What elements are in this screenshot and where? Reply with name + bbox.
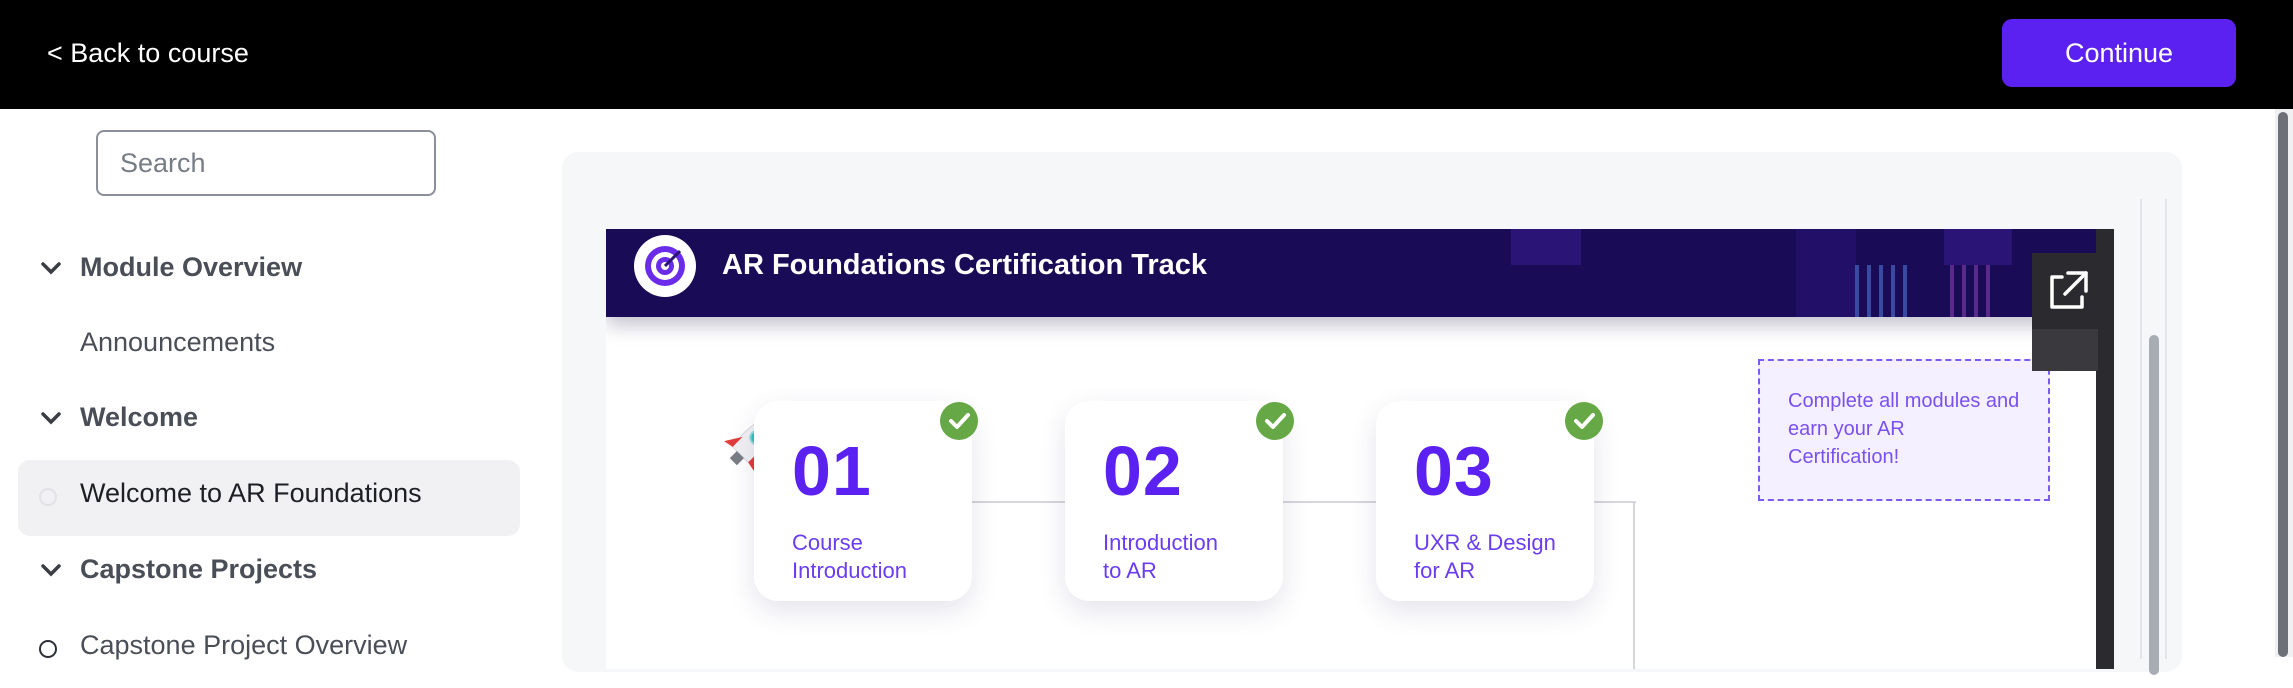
continue-button[interactable]: Continue	[2002, 19, 2236, 87]
circle-icon	[39, 488, 57, 506]
sidebar-item-capstone-project-overview[interactable]: Capstone Project Overview	[18, 612, 520, 688]
search-input[interactable]	[96, 130, 436, 196]
embed-divider	[2140, 199, 2142, 659]
main-content: AR Foundations Certification Track 01 Co…	[532, 109, 2293, 675]
banner-stripes-decoration	[1855, 265, 1907, 317]
banner-decoration	[1944, 229, 2012, 265]
course-sidebar: Module Overview Announcements Welcome We…	[0, 109, 532, 660]
slide-title: AR Foundations Certification Track	[722, 249, 1207, 281]
target-logo-icon	[634, 235, 696, 297]
slide-banner: AR Foundations Certification Track	[606, 229, 2114, 317]
sidebar-section-label: Welcome	[80, 402, 199, 432]
top-bar: < Back to course Continue	[0, 0, 2293, 109]
sidebar-section-welcome[interactable]: Welcome	[18, 384, 520, 460]
check-icon	[940, 402, 978, 440]
sidebar-section-capstone-projects[interactable]: Capstone Projects	[18, 536, 520, 612]
check-icon	[1256, 402, 1294, 440]
sidebar-section-label: Module Overview	[80, 252, 303, 282]
sidebar-item-welcome-to-ar-foundations[interactable]: Welcome to AR Foundations	[18, 460, 520, 536]
sidebar-item-announcements[interactable]: Announcements	[18, 309, 520, 385]
banner-decoration	[1796, 229, 1856, 317]
sidebar-section-label: Capstone Projects	[80, 554, 318, 584]
step-label: UXR & Design for AR	[1414, 530, 1556, 583]
step-number: 02	[1103, 432, 1183, 510]
open-external-button-footer	[2032, 329, 2098, 371]
chevron-down-icon	[41, 412, 61, 425]
embedded-slide: AR Foundations Certification Track 01 Co…	[606, 229, 2114, 669]
step-number: 01	[792, 432, 872, 510]
page-scrollbar-thumb[interactable]	[2278, 112, 2288, 657]
open-external-button[interactable]	[2032, 253, 2098, 329]
chevron-down-icon	[41, 564, 61, 577]
embed-scrollbar-thumb[interactable]	[2149, 335, 2159, 675]
embed-divider	[2165, 199, 2167, 659]
step-connector	[1633, 501, 1635, 669]
sidebar-item-label: Welcome to AR Foundations	[80, 478, 422, 508]
step-card-02[interactable]: 02 Introduction to AR	[1065, 401, 1283, 601]
external-link-icon	[2050, 271, 2088, 309]
step-label: Introduction to AR	[1103, 530, 1218, 583]
sidebar-item-label: Announcements	[80, 327, 276, 357]
banner-stripes-decoration	[1950, 265, 1990, 317]
slide-frame-edge	[2096, 229, 2114, 669]
chevron-down-icon	[41, 262, 61, 275]
step-card-03[interactable]: 03 UXR & Design for AR	[1376, 401, 1594, 601]
circle-icon	[39, 640, 57, 658]
check-icon	[1565, 402, 1603, 440]
sidebar-item-label: Capstone Project Overview	[80, 630, 408, 660]
step-label: Course Introduction	[792, 530, 907, 583]
step-number: 03	[1414, 432, 1494, 510]
banner-decoration	[1511, 229, 1581, 265]
sidebar-section-module-overview[interactable]: Module Overview	[18, 234, 520, 310]
certification-callout: Complete all modules and earn your AR Ce…	[1758, 359, 2050, 501]
back-to-course-link[interactable]: < Back to course	[47, 34, 249, 72]
